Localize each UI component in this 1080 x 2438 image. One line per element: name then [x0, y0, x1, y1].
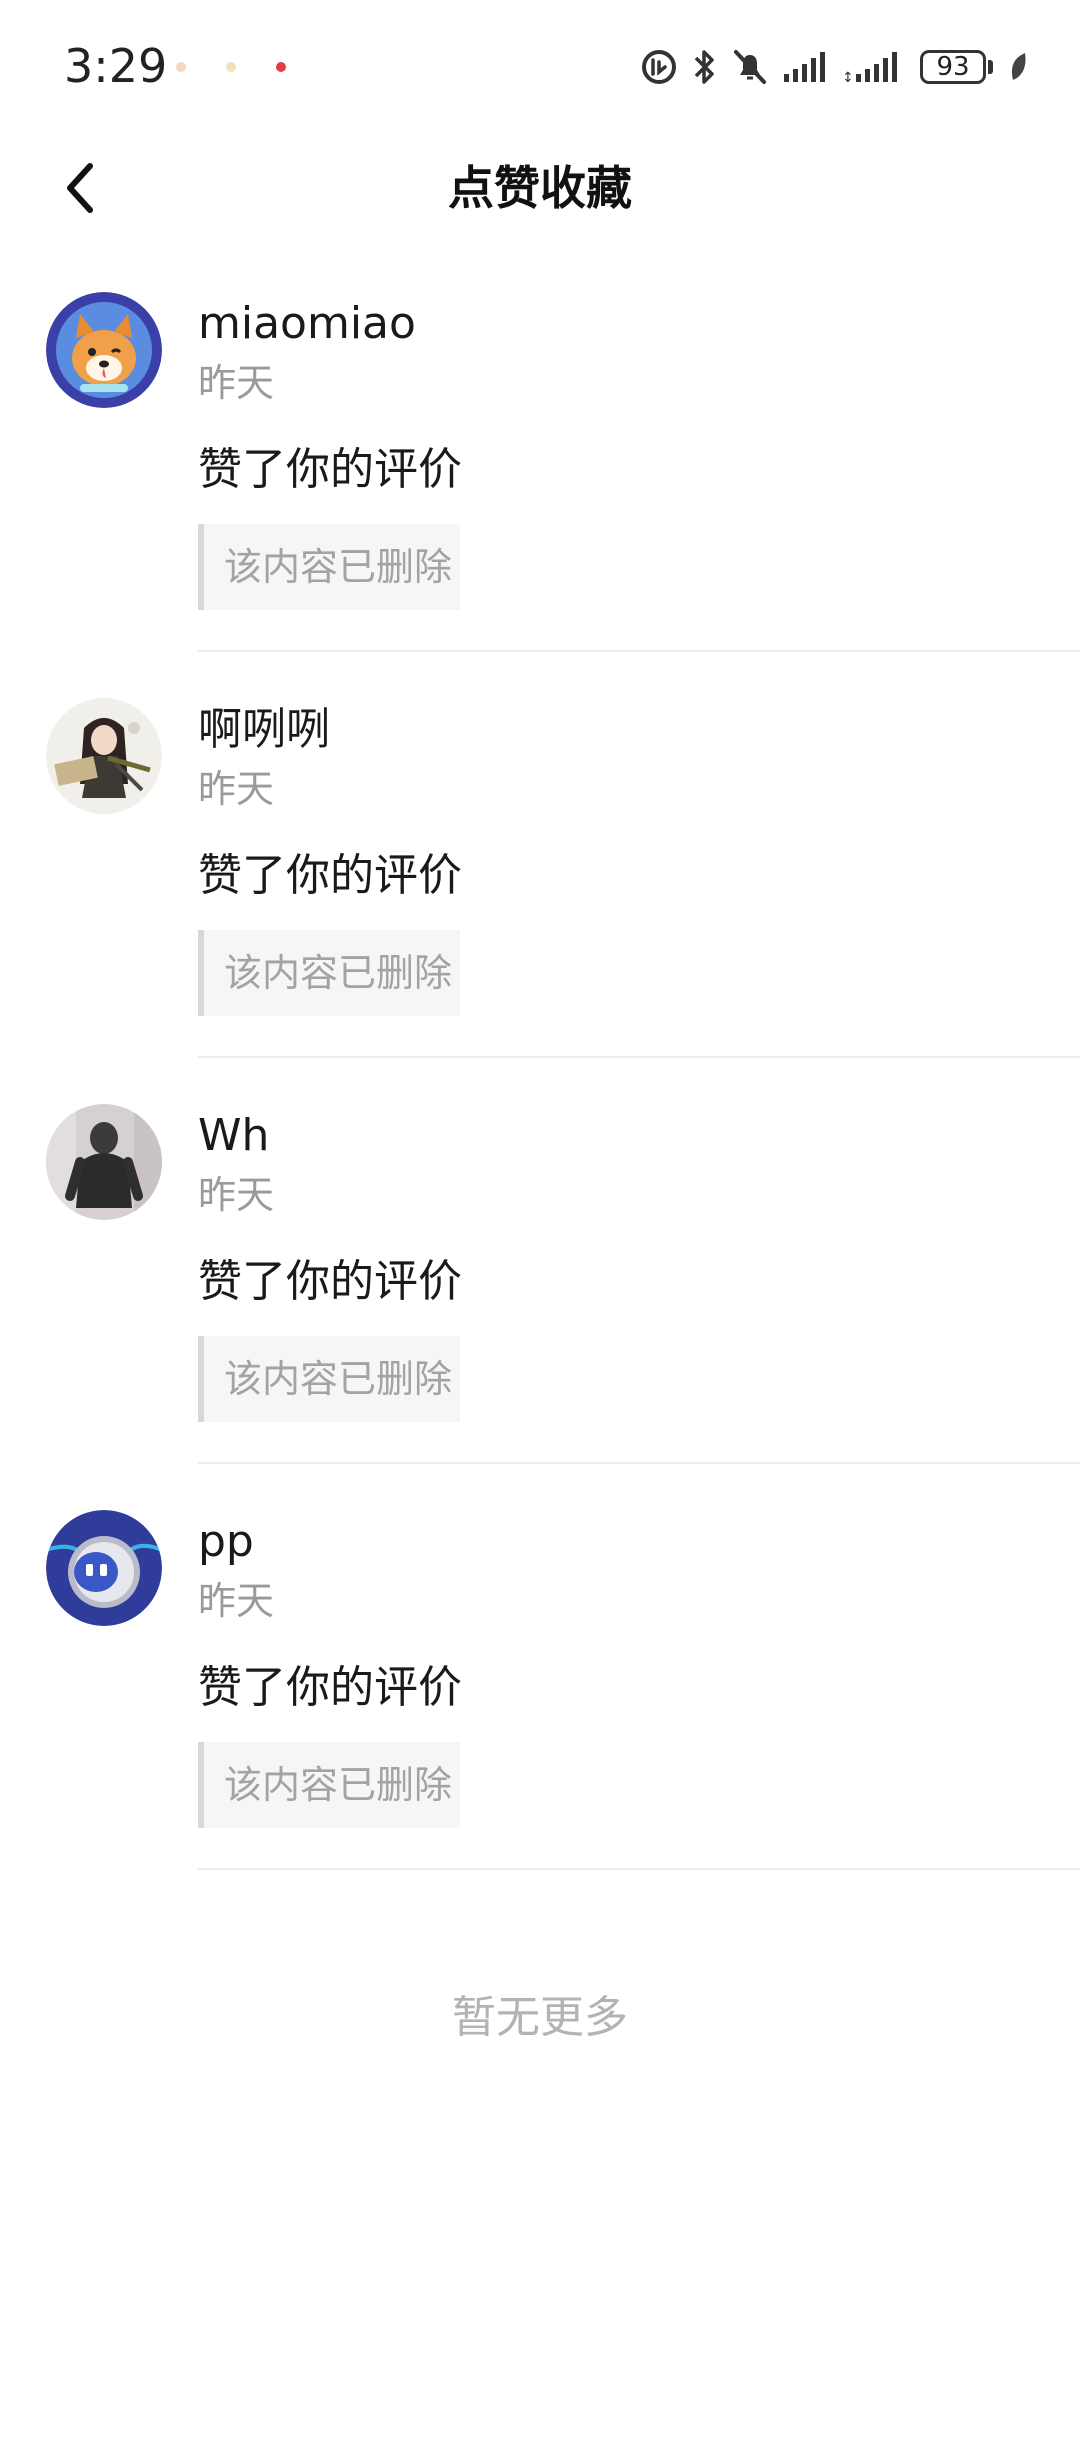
- page-title: 点赞收藏: [448, 161, 632, 215]
- leaf-icon: [1007, 50, 1029, 84]
- likes-list: miaomiao 昨天 赞了你的评价 该内容已删除 啊咧咧 昨天 赞了你的评价 …: [0, 246, 1080, 1870]
- list-item[interactable]: Wh 昨天 赞了你的评价 该内容已删除: [0, 1058, 1080, 1464]
- signal-icon-2: ↕: [842, 50, 906, 84]
- notification-dots: [176, 62, 286, 72]
- item-time: 昨天: [198, 1173, 275, 1217]
- list-item[interactable]: 啊咧咧 昨天 赞了你的评价 该内容已删除: [0, 652, 1080, 1058]
- battery-level: 93: [936, 52, 970, 82]
- nav-bar: 点赞收藏: [0, 130, 1080, 246]
- user-name[interactable]: Wh: [198, 1108, 269, 1164]
- signal-icon-1: [782, 50, 828, 84]
- quoted-content[interactable]: 该内容已删除: [198, 524, 460, 610]
- shiba-dog-avatar-icon: [46, 292, 162, 408]
- user-name[interactable]: 啊咧咧: [198, 702, 330, 758]
- quoted-content[interactable]: 该内容已删除: [198, 1336, 460, 1422]
- robot-avatar-icon: [46, 1510, 162, 1626]
- item-action: 赞了你的评价: [198, 850, 462, 901]
- item-action: 赞了你的评价: [198, 444, 462, 495]
- status-bar: 3:29 ↕ 93: [0, 0, 1080, 130]
- avatar[interactable]: [46, 292, 162, 408]
- item-time: 昨天: [198, 1579, 275, 1623]
- status-time: 3:29: [64, 39, 168, 93]
- quoted-content-text: 该内容已删除: [224, 1357, 453, 1401]
- avatar[interactable]: [46, 698, 162, 814]
- item-action: 赞了你的评价: [198, 1256, 462, 1307]
- bell-muted-icon: [732, 48, 768, 86]
- list-item[interactable]: pp 昨天 赞了你的评价 该内容已删除: [0, 1464, 1080, 1870]
- battery-tip: [988, 60, 993, 74]
- list-item[interactable]: miaomiao 昨天 赞了你的评价 该内容已删除: [0, 246, 1080, 652]
- notification-dot-2: [226, 62, 236, 72]
- notification-dot-3: [276, 62, 286, 72]
- quoted-content[interactable]: 该内容已删除: [198, 1742, 460, 1828]
- avatar[interactable]: [46, 1510, 162, 1626]
- item-time: 昨天: [198, 361, 275, 405]
- divider: [198, 1868, 1080, 1870]
- item-time: 昨天: [198, 767, 275, 811]
- notification-dot-1: [176, 62, 186, 72]
- no-more-text: 暂无更多: [452, 1992, 628, 2043]
- quoted-content-text: 该内容已删除: [224, 1763, 453, 1807]
- gorilla-avatar-icon: [46, 1104, 162, 1220]
- data-saver-icon: [640, 48, 678, 86]
- svg-text:↕: ↕: [842, 70, 854, 84]
- user-name[interactable]: pp: [198, 1514, 254, 1570]
- avatar[interactable]: [46, 1104, 162, 1220]
- quoted-content-text: 该内容已删除: [224, 545, 453, 589]
- status-icons: ↕ 93: [640, 44, 1029, 90]
- anime-girl-avatar-icon: [46, 698, 162, 814]
- quoted-content[interactable]: 该内容已删除: [198, 930, 460, 1016]
- user-name[interactable]: miaomiao: [198, 296, 416, 352]
- battery-indicator: 93: [920, 50, 986, 84]
- bluetooth-icon: [692, 48, 718, 86]
- quoted-content-text: 该内容已删除: [224, 951, 453, 995]
- item-action: 赞了你的评价: [198, 1662, 462, 1713]
